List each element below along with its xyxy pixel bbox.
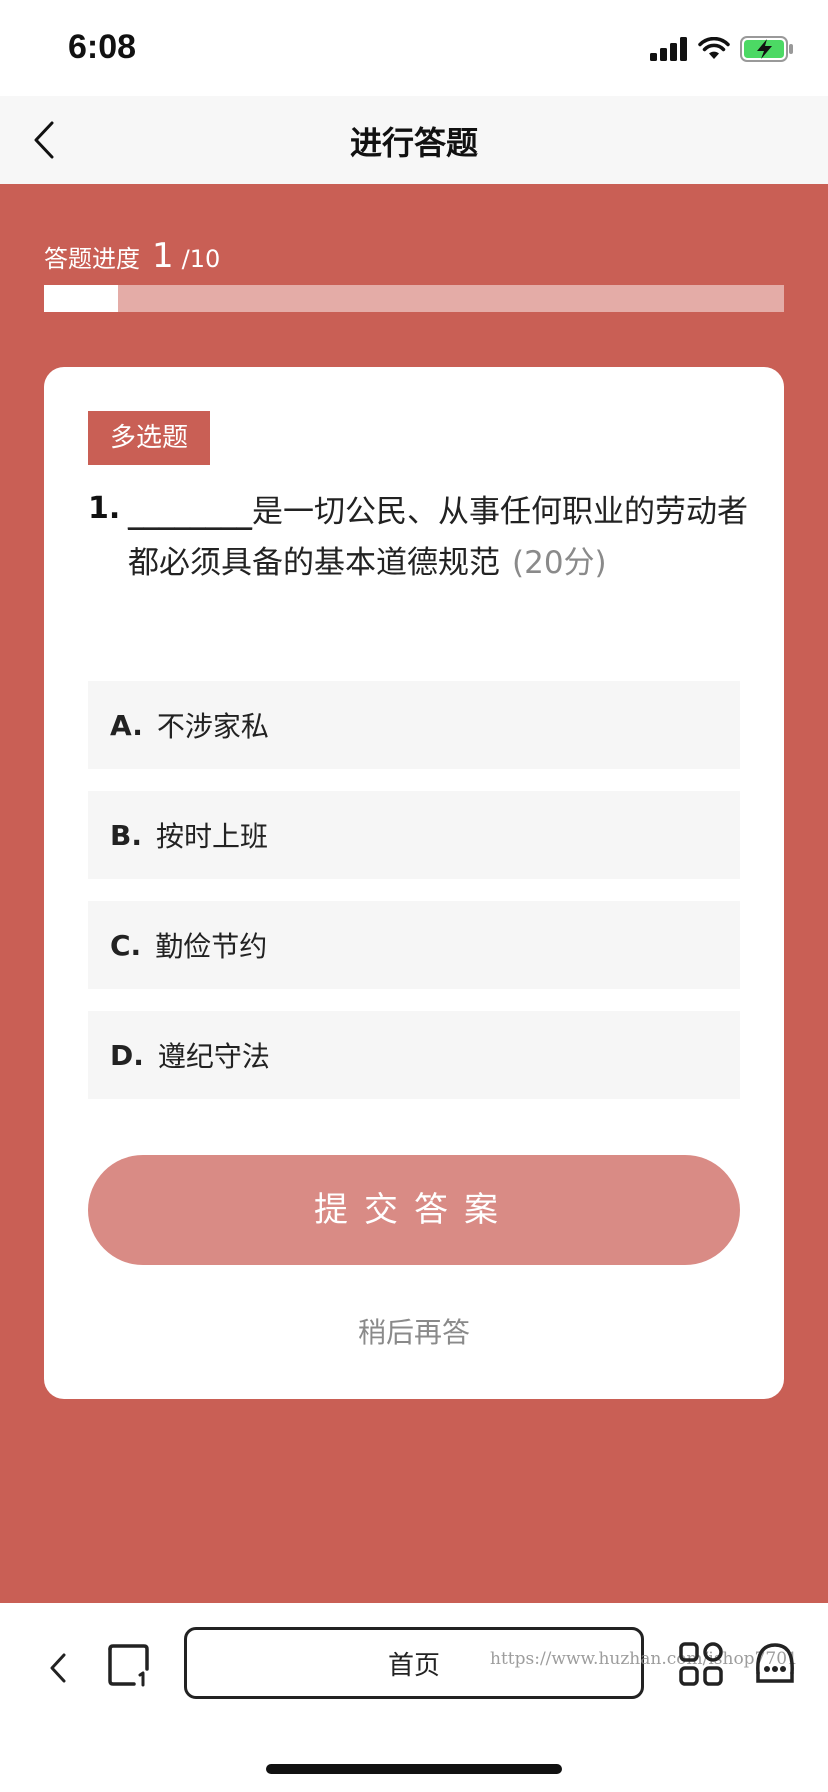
browser-back-button[interactable] — [38, 1643, 78, 1693]
progress-total: /10 — [181, 245, 221, 273]
apps-grid-icon — [679, 1642, 723, 1686]
option-text: 遵纪守法 — [157, 1040, 270, 1073]
nav-bar: 进行答题 — [0, 96, 828, 184]
option-c[interactable]: C. 勤俭节约 — [88, 901, 740, 989]
answer-later-link[interactable]: 稍后再答 — [44, 1311, 784, 1351]
question-type-badge: 多选题 — [88, 411, 211, 465]
status-bar: 6:08 — [0, 0, 828, 96]
home-label: 首页 — [387, 1650, 440, 1681]
tabs-icon — [108, 1644, 149, 1687]
option-text: 勤俭节约 — [155, 930, 268, 963]
option-text: 按时上班 — [155, 820, 268, 853]
question-blank: ________ — [128, 494, 252, 530]
option-letter: A. — [110, 708, 143, 742]
option-b[interactable]: B. 按时上班 — [88, 791, 740, 879]
quiz-area: 答题进度 1 /10 多选题 1. ________是一切公民、从事任何职业的劳… — [0, 184, 828, 1603]
option-a[interactable]: A. 不涉家私 — [88, 681, 740, 769]
battery-charging-icon — [740, 36, 793, 62]
question-card: 多选题 1. ________是一切公民、从事任何职业的劳动者都必须具备的基本道… — [44, 367, 784, 1399]
tabs-button[interactable] — [106, 1643, 150, 1687]
progress-label: 答题进度 1 /10 — [44, 236, 220, 276]
question-number: 1. — [88, 491, 121, 526]
signal-icon — [650, 37, 687, 61]
progress-current: 1 — [152, 236, 174, 276]
home-indicator — [266, 1764, 562, 1774]
option-text: 不涉家私 — [156, 710, 269, 743]
browser-bottom-bar: 首页 https://www.huzhan.com/ishop7701 — [0, 1603, 828, 1792]
more-icon — [756, 1643, 794, 1683]
progress-title: 答题进度 — [44, 245, 140, 273]
question-score: (20分) — [512, 545, 607, 581]
option-letter: D. — [110, 1038, 144, 1072]
wifi-icon — [698, 37, 730, 59]
page-title: 进行答题 — [349, 124, 478, 162]
progress-bar — [44, 285, 784, 312]
more-button[interactable] — [752, 1639, 798, 1687]
status-icons — [650, 34, 794, 64]
question-text: ________是一切公民、从事任何职业的劳动者都必须具备的基本道德规范 (20分… — [128, 487, 748, 589]
option-letter: B. — [110, 818, 142, 852]
option-list: A. 不涉家私 B. 按时上班 C. 勤俭节约 D. 遵纪守法 — [88, 681, 740, 1121]
option-d[interactable]: D. 遵纪守法 — [88, 1011, 740, 1099]
progress-fill — [44, 285, 118, 312]
option-letter: C. — [110, 928, 142, 962]
chevron-left-icon — [50, 1653, 66, 1683]
status-time: 6:08 — [68, 28, 137, 66]
submit-answer-button[interactable]: 提交答案 — [88, 1155, 740, 1265]
apps-button[interactable] — [678, 1641, 724, 1687]
